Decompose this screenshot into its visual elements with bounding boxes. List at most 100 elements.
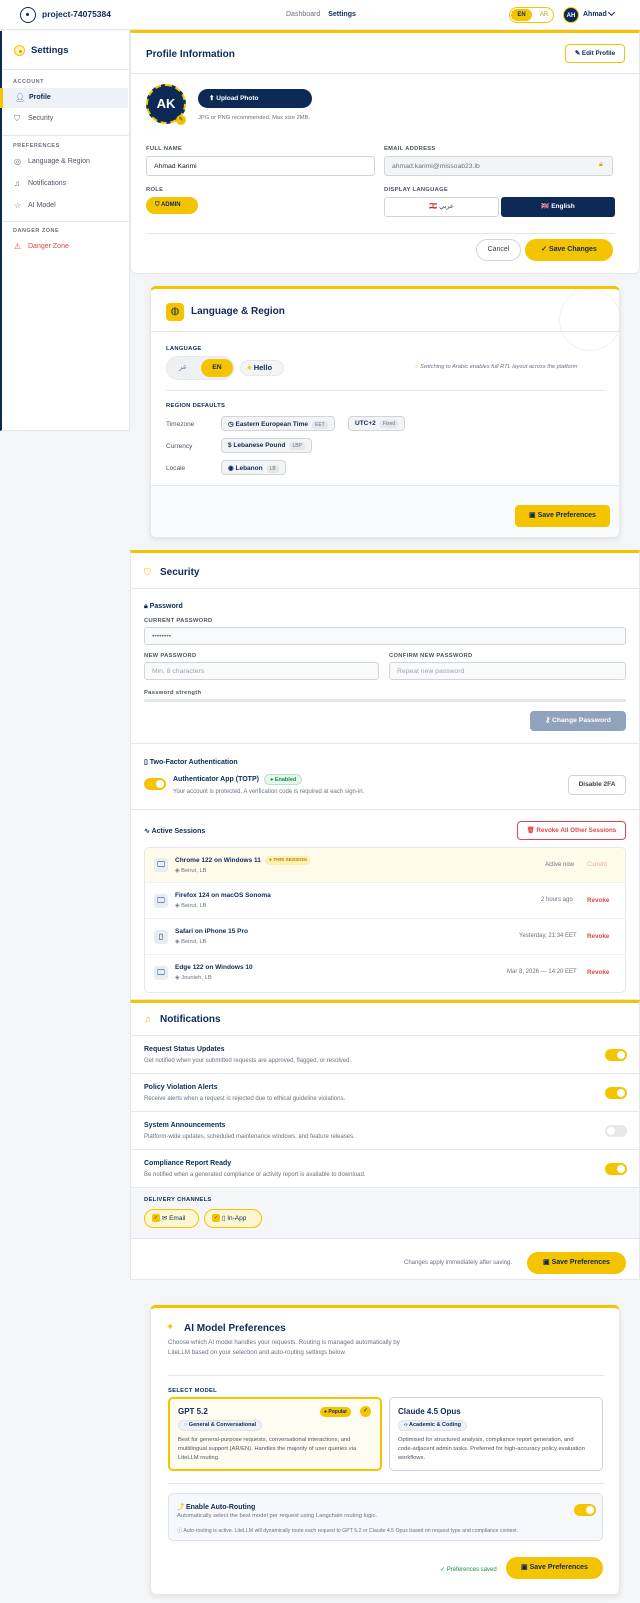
role-label: ROLE xyxy=(146,187,164,193)
currency-chip[interactable]: $ Lebanese Pound LBP xyxy=(221,438,312,453)
popular-badge: ● Popular xyxy=(320,1407,352,1417)
revoke-button[interactable]: Revoke xyxy=(587,897,609,904)
auto-routing-note: ⓘ Auto-routing is active. LiteLLM will d… xyxy=(177,1527,518,1534)
twofa-heading: ▯ Two-Factor Authentication xyxy=(144,758,238,766)
sparkle-icon: ☆ xyxy=(14,201,22,210)
avatar[interactable]: AH xyxy=(563,7,579,23)
upload-photo-button[interactable]: ⬆ Upload Photo xyxy=(198,89,312,108)
language-switch[interactable]: EN AR xyxy=(509,7,554,23)
session-time: Active now xyxy=(545,862,575,868)
email-field[interactable]: ahmad.karimi@missoab23.lb xyxy=(384,156,613,176)
channel-inapp[interactable]: ✓ ▯ In-App xyxy=(204,1209,262,1228)
session-device: Edge 122 on Windows 10 xyxy=(175,964,253,971)
display-language-arabic[interactable]: 🇱🇧 عربي xyxy=(384,197,499,217)
routing-icon: ⤴ xyxy=(177,1504,186,1511)
twofa-heading-text: Two-Factor Authentication xyxy=(149,759,238,766)
current-password-field[interactable]: •••••••• xyxy=(144,627,626,645)
hello-preview: ✳ Hello xyxy=(240,360,284,376)
disable-2fa-button[interactable]: Disable 2FA xyxy=(568,775,626,795)
auto-routing-toggle[interactable] xyxy=(574,1504,596,1516)
session-time: 2 hours ago xyxy=(541,897,573,903)
select-model-label: SELECT MODEL xyxy=(168,1388,218,1394)
sidebar-title-text: Settings xyxy=(31,45,69,57)
activity-icon: ∿ xyxy=(144,828,152,835)
lang-ar-option[interactable]: AR xyxy=(536,9,552,21)
globe-icon: ◍ xyxy=(166,303,184,321)
notif-toggle-request-status[interactable] xyxy=(605,1049,627,1061)
save-preferences-button[interactable]: ▣ Save Preferences xyxy=(515,505,610,527)
change-password-button[interactable]: ⚷ Change Password xyxy=(530,711,626,731)
rtl-note-text: Switching to Arabic enables full RTL lay… xyxy=(420,364,578,370)
full-name-field[interactable]: Ahmad Karimi xyxy=(146,156,375,176)
session-location: ◈ Beirut, LB xyxy=(175,903,207,909)
sparkle-icon: ✦ xyxy=(166,1322,175,1333)
new-password-field[interactable]: Min. 8 characters xyxy=(144,662,379,680)
timezone-chip[interactable]: ◷ Eastern European Time EET xyxy=(221,416,335,431)
mobile-icon: ▯ xyxy=(154,930,168,944)
twofa-toggle[interactable] xyxy=(144,778,166,790)
lang-option-en[interactable]: EN xyxy=(201,359,233,377)
model-desc-line: multilingual support (AR/EN). Handles th… xyxy=(178,1446,357,1452)
monitor-icon: 🖵︎ xyxy=(154,966,168,980)
logo-icon[interactable] xyxy=(20,7,36,23)
nav-dashboard[interactable]: Dashboard xyxy=(286,11,320,18)
sidebar-item-ai-model[interactable]: ☆ AI Model xyxy=(2,196,130,216)
lang-option-ar[interactable]: عر xyxy=(179,363,187,371)
project-name[interactable]: project-74075384 xyxy=(42,9,111,19)
sidebar-item-label: Security xyxy=(28,115,54,122)
save-icon: ▣ xyxy=(543,1259,552,1266)
notif-toggle-policy-violation[interactable] xyxy=(605,1087,627,1099)
sidebar-item-security[interactable]: ⛉ Security xyxy=(2,109,130,129)
revoke-button[interactable]: Revoke xyxy=(587,933,609,940)
divider xyxy=(2,135,130,136)
confirm-password-field[interactable]: Repeat new password xyxy=(389,662,626,680)
sidebar-item-danger-zone[interactable]: ⚠ Danger Zone xyxy=(2,237,130,257)
revoke-button[interactable]: Revoke xyxy=(587,969,609,976)
table-row: 🖵︎ Edge 122 on Windows 10 ◈ Jounieh, LB … xyxy=(145,955,625,992)
save-changes-button[interactable]: ✓ Save Changes xyxy=(525,239,613,261)
save-preferences-button[interactable]: ▣ Save Preferences xyxy=(506,1557,603,1579)
locale-chip[interactable]: ◉ Lebanon LB xyxy=(221,460,286,475)
locale-tag: LB xyxy=(266,465,279,473)
chevron-down-icon[interactable] xyxy=(607,8,616,17)
revoke-all-button[interactable]: 🗑︎ Revoke All Other Sessions xyxy=(517,821,626,840)
change-password-text: Change Password xyxy=(551,717,611,724)
cancel-button[interactable]: Cancel xyxy=(476,239,521,261)
model-name: GPT 5.2 xyxy=(178,1407,208,1416)
lock-icon: 🔒︎ xyxy=(599,161,603,168)
flag-gb-icon: 🇬🇧 xyxy=(541,203,552,210)
display-language-english[interactable]: 🇬🇧 English xyxy=(501,197,615,217)
ai-title: AI Model Preferences xyxy=(184,1323,286,1334)
sidebar-item-language[interactable]: ◎ Language & Region xyxy=(2,152,130,172)
language-toggle[interactable]: عر EN xyxy=(166,356,234,380)
revoke-all-text: Revoke All Other Sessions xyxy=(536,827,617,834)
notif-toggle-compliance-report[interactable] xyxy=(605,1163,627,1175)
nav-settings[interactable]: Settings xyxy=(328,11,356,18)
edit-profile-button[interactable]: ✎ Edit Profile xyxy=(565,44,625,63)
channel-email[interactable]: ✓ ✉ Email xyxy=(144,1209,199,1228)
model-card-claude[interactable]: Claude 4.5 Opus ‹› Academic & Coding Opt… xyxy=(389,1397,603,1471)
camera-icon[interactable]: ✎ xyxy=(176,115,186,125)
auto-routing-title: ⤴ Enable Auto-Routing xyxy=(177,1502,255,1512)
model-card-gpt[interactable]: GPT 5.2 ● Popular ✓ ◌ General & Conversa… xyxy=(168,1397,382,1471)
lang-en-option[interactable]: EN xyxy=(511,9,532,21)
model-desc-line: Optimised for structured analysis, compl… xyxy=(398,1437,574,1443)
profile-title: Profile Information xyxy=(146,49,235,60)
model-tag-text: General & Conversational xyxy=(188,1422,257,1428)
sidebar-item-label: Language & Region xyxy=(28,158,90,165)
user-name[interactable]: Ahmad xyxy=(583,11,607,18)
new-password-label: NEW PASSWORD xyxy=(144,653,197,659)
checkbox-icon: ✓ xyxy=(152,1214,160,1223)
model-desc-line: LiteLLM routing. xyxy=(178,1455,220,1461)
sidebar-item-profile[interactable]: 👤︎ Profile xyxy=(0,88,128,108)
divider xyxy=(131,588,639,589)
notif-title: Policy Violation Alerts xyxy=(144,1084,218,1091)
upload-hint: JPG or PNG recommended. Max size 2MB. xyxy=(198,115,311,121)
notif-toggle-system-announcements[interactable] xyxy=(605,1125,627,1137)
table-row: 🖵︎ Firefox 124 on macOS Sonoma ◈ Beirut,… xyxy=(145,883,625,919)
model-tag-text: Academic & Coding xyxy=(409,1422,461,1428)
save-preferences-button[interactable]: ▣ Save Preferences xyxy=(527,1252,626,1274)
save-preferences-text: Save Preferences xyxy=(551,1259,610,1266)
divider xyxy=(131,1111,639,1112)
sidebar-item-notifications[interactable]: ♫ Notifications xyxy=(2,174,130,194)
